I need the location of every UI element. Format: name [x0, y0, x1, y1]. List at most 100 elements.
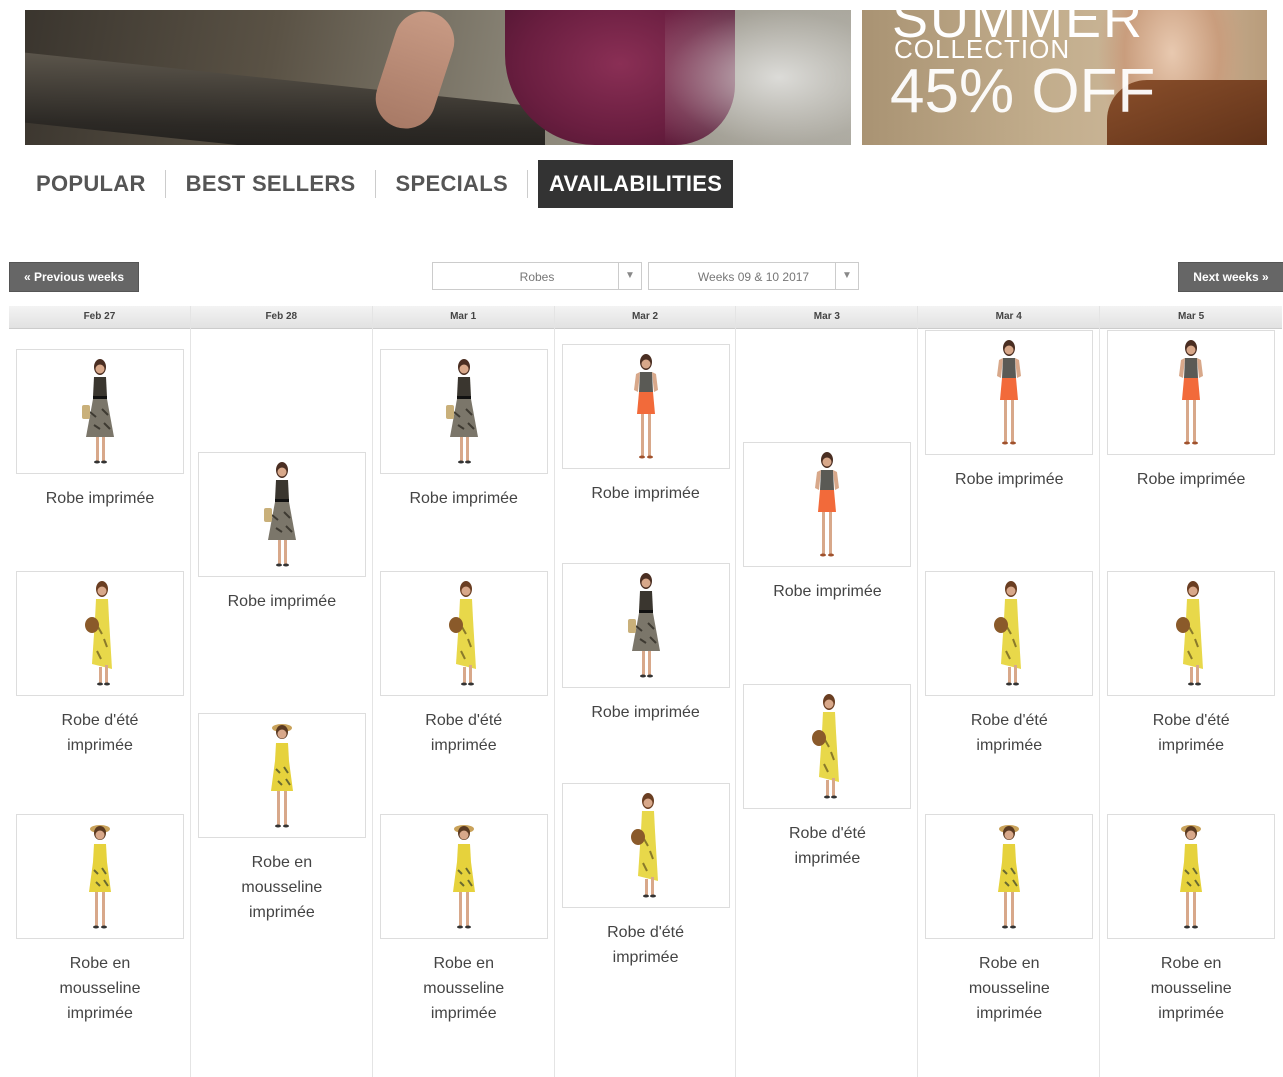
banner-plank	[25, 52, 545, 145]
product-image[interactable]	[925, 814, 1094, 939]
product-card[interactable]: Robe imprimée	[561, 344, 730, 506]
week-select[interactable]: Weeks 09 & 10 2017 ▼	[648, 262, 859, 290]
product-name[interactable]: Robe imprimée	[1107, 467, 1275, 492]
product-name[interactable]: Robe imprimée	[198, 589, 366, 614]
banner-left-image[interactable]	[25, 10, 851, 145]
product-card[interactable]: Robe imprimée	[197, 452, 366, 614]
chevron-down-icon: ▼	[835, 263, 858, 289]
day-column: Mar 3 Robe imprimée Robe d'été imprimée	[736, 306, 919, 1077]
banner-smoke	[665, 10, 851, 145]
leopard-dress-image	[262, 460, 302, 570]
product-image[interactable]	[197, 713, 366, 838]
product-card[interactable]: Robe en mousseline imprimée	[379, 814, 548, 1026]
tab-popular[interactable]: POPULAR	[25, 160, 166, 208]
tab-specials[interactable]: SPECIALS	[376, 160, 529, 208]
product-image[interactable]	[925, 330, 1094, 455]
product-name[interactable]: Robe d'été imprimée	[562, 920, 730, 970]
day-header: Mar 4	[918, 306, 1100, 329]
product-card[interactable]: Robe imprimée	[379, 349, 548, 511]
yellow-summer-dress-image	[444, 579, 484, 689]
next-weeks-button[interactable]: Next weeks »	[1178, 262, 1283, 292]
product-image[interactable]	[561, 783, 730, 908]
orange-dress-image	[1171, 338, 1211, 448]
product-card[interactable]: Robe imprimée	[561, 563, 730, 725]
day-column: Mar 4 Robe imprimée Robe d'été imprimée …	[918, 306, 1101, 1077]
product-card[interactable]: Robe d'été imprimée	[379, 571, 548, 758]
product-image[interactable]	[925, 571, 1094, 696]
product-name[interactable]: Robe en mousseline imprimée	[198, 850, 366, 925]
product-card[interactable]: Robe en mousseline imprimée	[1107, 814, 1276, 1026]
chevron-down-icon: ▼	[618, 263, 641, 289]
yellow-summer-dress-image	[807, 692, 847, 802]
availability-calendar: Feb 27 Robe imprimée Robe d'été imprimée…	[9, 306, 1283, 1077]
day-column: Mar 2 Robe imprimée Robe imprimée Robe d…	[554, 306, 737, 1077]
category-select[interactable]: Robes ▼	[432, 262, 642, 290]
product-name[interactable]: Robe imprimée	[16, 486, 184, 511]
product-image[interactable]	[379, 571, 548, 696]
product-image[interactable]	[1107, 571, 1276, 696]
previous-weeks-button[interactable]: « Previous weeks	[9, 262, 139, 292]
product-image[interactable]	[1107, 330, 1276, 455]
product-image[interactable]	[1107, 814, 1276, 939]
product-name[interactable]: Robe d'été imprimée	[1107, 708, 1275, 758]
product-name[interactable]: Robe en mousseline imprimée	[925, 951, 1093, 1026]
day-column: Feb 27 Robe imprimée Robe d'été imprimée…	[9, 306, 191, 1077]
tab-availabilities[interactable]: AVAILABILITIES	[537, 160, 734, 208]
product-name[interactable]: Robe d'été imprimée	[925, 708, 1093, 758]
product-card[interactable]: Robe d'été imprimée	[1107, 571, 1276, 758]
product-name[interactable]: Robe d'été imprimée	[743, 821, 911, 871]
product-image[interactable]	[743, 442, 912, 567]
product-image[interactable]	[743, 684, 912, 809]
product-card[interactable]: Robe imprimée	[1107, 330, 1276, 492]
product-card[interactable]: Robe en mousseline imprimée	[925, 814, 1094, 1026]
day-header: Feb 28	[190, 306, 372, 329]
chiffon-dress-image	[444, 822, 484, 932]
chiffon-dress-image	[80, 822, 120, 932]
day-header: Mar 1	[372, 306, 554, 329]
product-card[interactable]: Robe imprimée	[743, 442, 912, 604]
banner-offer: 45% OFF	[890, 57, 1156, 126]
product-card[interactable]: Robe d'été imprimée	[925, 571, 1094, 758]
category-select-value: Robes	[519, 270, 555, 284]
chiffon-dress-image	[262, 721, 302, 831]
tab-best-sellers[interactable]: BEST SELLERS	[166, 160, 376, 208]
product-card[interactable]: Robe en mousseline imprimée	[197, 713, 366, 925]
product-image[interactable]	[197, 452, 366, 577]
product-card[interactable]: Robe en mousseline imprimée	[16, 814, 184, 1026]
yellow-summer-dress-image	[626, 791, 666, 901]
product-name[interactable]: Robe en mousseline imprimée	[16, 951, 184, 1026]
product-card[interactable]: Robe d'été imprimée	[561, 783, 730, 970]
product-name[interactable]: Robe imprimée	[743, 579, 911, 604]
day-column: Mar 1 Robe imprimée Robe d'été imprimée …	[372, 306, 555, 1077]
product-card[interactable]: Robe imprimée	[16, 349, 184, 511]
product-name[interactable]: Robe imprimée	[925, 467, 1093, 492]
product-tabs: POPULAR BEST SELLERS SPECIALS AVAILABILI…	[25, 160, 734, 208]
product-name[interactable]: Robe imprimée	[380, 486, 548, 511]
day-column: Mar 5 Robe imprimée Robe d'été imprimée …	[1100, 306, 1283, 1077]
product-name[interactable]: Robe d'été imprimée	[16, 708, 184, 758]
product-card[interactable]: Robe d'été imprimée	[16, 571, 184, 758]
product-name[interactable]: Robe en mousseline imprimée	[380, 951, 548, 1026]
orange-dress-image	[989, 338, 1029, 448]
day-column: Feb 28 Robe imprimée Robe en mousseline …	[190, 306, 373, 1077]
product-card[interactable]: Robe d'été imprimée	[743, 684, 912, 871]
product-card[interactable]: Robe imprimée	[925, 330, 1094, 492]
product-image[interactable]	[16, 571, 184, 696]
product-name[interactable]: Robe d'été imprimée	[380, 708, 548, 758]
banner-summer-collection[interactable]: SUMMER COLLECTION 45% OFF	[862, 10, 1267, 145]
orange-dress-image	[807, 450, 847, 560]
product-name[interactable]: Robe en mousseline imprimée	[1107, 951, 1275, 1026]
product-name[interactable]: Robe imprimée	[562, 481, 730, 506]
chiffon-dress-image	[1171, 822, 1211, 932]
product-image[interactable]	[561, 344, 730, 469]
product-image[interactable]	[379, 814, 548, 939]
product-image[interactable]	[379, 349, 548, 474]
product-image[interactable]	[16, 814, 184, 939]
product-image[interactable]	[16, 349, 184, 474]
yellow-summer-dress-image	[989, 579, 1029, 689]
product-name[interactable]: Robe imprimée	[562, 700, 730, 725]
yellow-summer-dress-image	[80, 579, 120, 689]
orange-dress-image	[626, 352, 666, 462]
day-header: Mar 3	[736, 306, 918, 329]
product-image[interactable]	[561, 563, 730, 688]
